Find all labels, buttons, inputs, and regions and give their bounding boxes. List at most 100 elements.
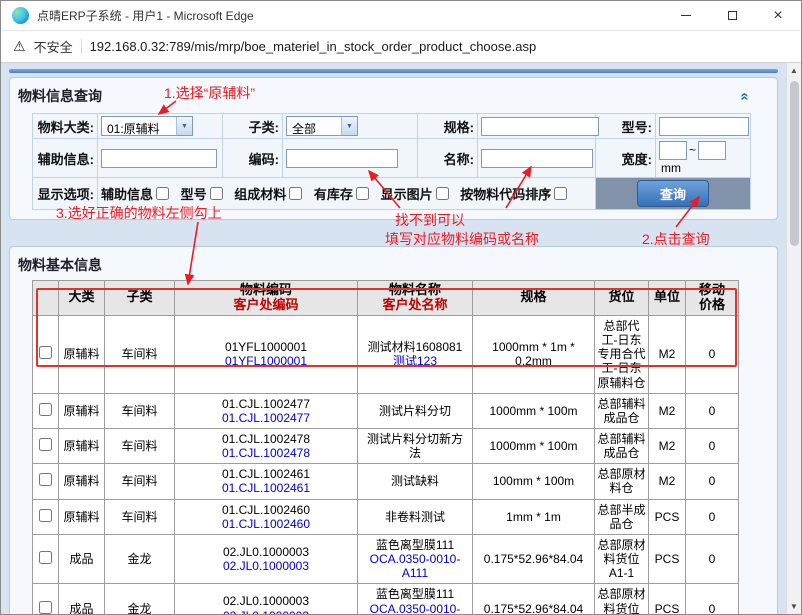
- material-table: 大类 子类 物料编码客户处编码 物料名称客户处名称 规格 货位 单位 移动价格 …: [32, 280, 739, 614]
- col-header-subclass: 子类: [105, 281, 175, 316]
- cell-price: 0: [686, 315, 739, 393]
- col-header-code: 物料编码客户处编码: [175, 281, 358, 316]
- label-model: 型号:: [596, 114, 656, 139]
- vertical-scrollbar[interactable]: ▲ ▼: [786, 63, 801, 614]
- scroll-up-icon[interactable]: ▲: [787, 63, 801, 78]
- cell-location: 总部原材 料货位 A1-1: [595, 584, 649, 614]
- cell-location: 总部代 工-日东 专用合代 工-日东 原辅料仓: [595, 315, 649, 393]
- minimize-icon: [681, 15, 691, 16]
- select-arrow-icon: ▼: [341, 117, 357, 135]
- option-in-stock: 有库存: [314, 184, 369, 203]
- cell-unit: M2: [649, 315, 686, 393]
- width-separator: ~: [687, 143, 698, 157]
- cell-spec: 0.175*52.96*84.04: [473, 534, 595, 583]
- option-aux-info-checkbox[interactable]: [156, 187, 169, 200]
- col-header-unit: 单位: [649, 281, 686, 316]
- query-form: 物料大类: 01:原辅料▼ 子类: 全部▼ 规格: 型号: 辅助信息: 编码:: [32, 113, 751, 210]
- subclass-select[interactable]: 全部▼: [286, 116, 358, 136]
- label-subclass: 子类:: [223, 114, 283, 139]
- row-select-checkbox[interactable]: [39, 509, 52, 522]
- cell-code: 01.CJL.100246001.CJL.1002460: [175, 499, 358, 534]
- query-button[interactable]: 查询: [637, 180, 709, 207]
- option-model: 型号: [181, 184, 223, 203]
- cell-unit: PCS: [649, 534, 686, 583]
- row-select-checkbox[interactable]: [39, 346, 52, 359]
- material-info-panel: 物料基本信息 大类 子类 物料编码客户处编码 物料名称客户处名称 规格 货位 单…: [9, 246, 778, 614]
- cell-name: 测试缺料: [358, 464, 473, 499]
- label-display-options: 显示选项:: [33, 178, 98, 210]
- table-row[interactable]: 原辅料 车间料 01.CJL.100247801.CJL.1002478 测试片…: [33, 428, 739, 463]
- url-text[interactable]: 192.168.0.32:789/mis/mrp/boe_materiel_in…: [90, 39, 537, 54]
- cell-name: 测试材料1608081测试123: [358, 315, 473, 393]
- cell-subclass: 车间料: [105, 393, 175, 428]
- col-header-name: 物料名称客户处名称: [358, 281, 473, 316]
- name-input[interactable]: [481, 149, 593, 168]
- spec-input[interactable]: [481, 117, 599, 136]
- cell-category: 原辅料: [59, 499, 105, 534]
- warning-icon: ⚠: [13, 38, 26, 55]
- scrollbar-thumb[interactable]: [790, 81, 799, 246]
- option-composition-checkbox[interactable]: [289, 187, 302, 200]
- title-bar[interactable]: 点晴ERP子系统 - 用户1 - Microsoft Edge ×: [1, 1, 801, 31]
- query-panel-title: 物料信息查询: [18, 86, 102, 106]
- cell-price: 0: [686, 393, 739, 428]
- security-label[interactable]: 不安全: [34, 37, 73, 56]
- cell-price: 0: [686, 499, 739, 534]
- maximize-icon: [728, 11, 737, 20]
- window-title: 点晴ERP子系统 - 用户1 - Microsoft Edge: [37, 7, 663, 24]
- cell-subclass: 车间料: [105, 464, 175, 499]
- close-button[interactable]: ×: [755, 1, 801, 30]
- cell-subclass: 车间料: [105, 315, 175, 393]
- cell-unit: PCS: [649, 584, 686, 614]
- aux-info-input[interactable]: [101, 149, 217, 168]
- table-row[interactable]: 成品 金龙 02.JL0.100000302.JL0.1000003 蓝色离型膜…: [33, 534, 739, 583]
- col-header-spec: 规格: [473, 281, 595, 316]
- cell-category: 原辅料: [59, 428, 105, 463]
- cell-category: 原辅料: [59, 393, 105, 428]
- cell-subclass: 金龙: [105, 534, 175, 583]
- edge-icon: [12, 7, 29, 24]
- cell-location: 总部辅料 成品仓: [595, 393, 649, 428]
- row-select-checkbox[interactable]: [39, 551, 52, 564]
- maximize-button[interactable]: [709, 1, 755, 30]
- option-show-image: 显示图片: [381, 184, 449, 203]
- width-max-input[interactable]: [698, 141, 726, 160]
- col-header-price: 移动价格: [686, 281, 739, 316]
- material-category-select[interactable]: 01:原辅料▼: [101, 116, 193, 136]
- option-model-checkbox[interactable]: [210, 187, 223, 200]
- cell-unit: M2: [649, 464, 686, 499]
- cell-unit: PCS: [649, 499, 686, 534]
- row-select-checkbox[interactable]: [39, 473, 52, 486]
- table-row[interactable]: 原辅料 车间料 01.CJL.100247701.CJL.1002477 测试片…: [33, 393, 739, 428]
- close-icon: ×: [773, 8, 782, 24]
- select-arrow-icon: ▼: [176, 117, 192, 135]
- col-header-location: 货位: [595, 281, 649, 316]
- table-row[interactable]: 成品 金龙 02.JL0.100000302.JL0.1000003 蓝色离型膜…: [33, 584, 739, 614]
- cell-code: 01.CJL.100247701.CJL.1002477: [175, 393, 358, 428]
- cell-category: 成品: [59, 584, 105, 614]
- label-code: 编码:: [223, 139, 283, 178]
- label-name: 名称:: [418, 139, 478, 178]
- row-select-checkbox[interactable]: [39, 601, 52, 614]
- option-show-image-checkbox[interactable]: [436, 187, 449, 200]
- row-select-checkbox[interactable]: [39, 403, 52, 416]
- query-button-cell: 查询: [596, 178, 751, 210]
- table-row[interactable]: 原辅料 车间料 01.CJL.100246101.CJL.1002461 测试缺…: [33, 464, 739, 499]
- cell-subclass: 车间料: [105, 428, 175, 463]
- address-divider: [81, 39, 82, 54]
- code-input[interactable]: [286, 149, 398, 168]
- scroll-down-icon[interactable]: ▼: [787, 599, 801, 614]
- cell-price: 0: [686, 464, 739, 499]
- cell-code: 01.CJL.100247801.CJL.1002478: [175, 428, 358, 463]
- page-content: 物料信息查询 « 物料大类: 01:原辅料▼ 子类: 全部▼ 规格: 型号:: [1, 63, 786, 614]
- width-min-input[interactable]: [659, 141, 687, 160]
- model-input[interactable]: [659, 117, 749, 136]
- cell-spec: 0.175*52.96*84.04: [473, 584, 595, 614]
- row-select-checkbox[interactable]: [39, 438, 52, 451]
- minimize-button[interactable]: [663, 1, 709, 30]
- option-in-stock-checkbox[interactable]: [356, 187, 369, 200]
- collapse-chevron-icon[interactable]: «: [737, 92, 752, 100]
- table-row[interactable]: 原辅料 车间料 01YFL100000101YFL1000001 测试材料160…: [33, 315, 739, 393]
- option-sort-by-code-checkbox[interactable]: [554, 187, 567, 200]
- table-row[interactable]: 原辅料 车间料 01.CJL.100246001.CJL.1002460 非卷料…: [33, 499, 739, 534]
